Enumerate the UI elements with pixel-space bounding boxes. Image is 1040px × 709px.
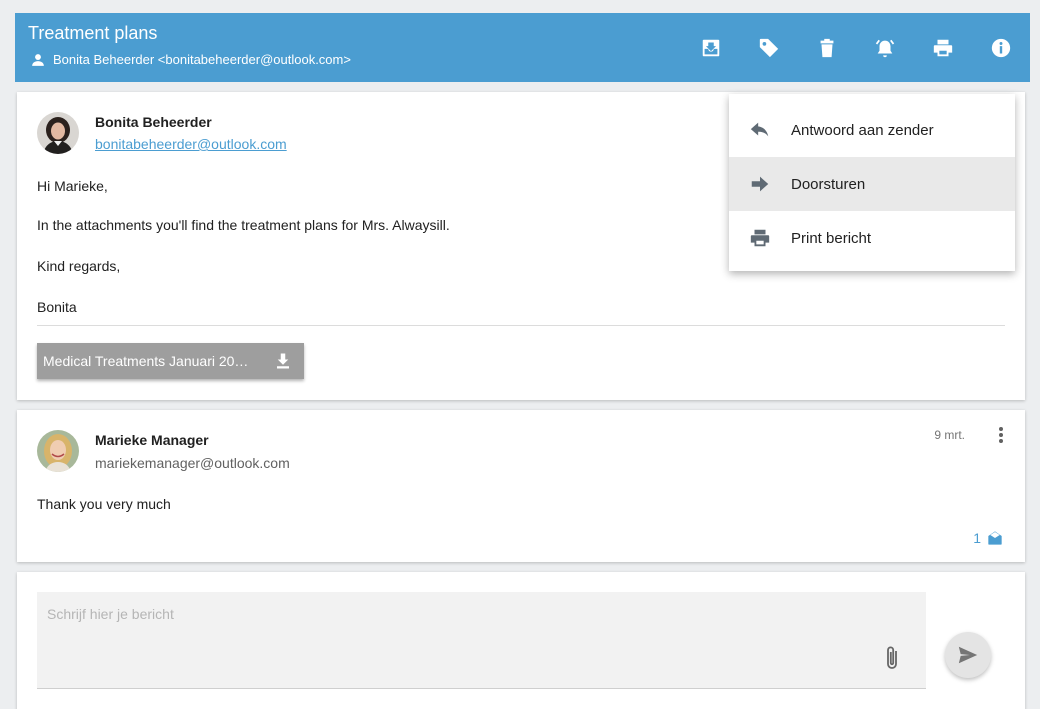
compose-box — [37, 592, 926, 689]
download-icon — [277, 353, 289, 369]
divider — [37, 325, 1005, 326]
message-body: In the attachments you'll find the treat… — [37, 217, 450, 233]
send-icon — [958, 646, 978, 664]
paperclip-icon — [887, 646, 897, 669]
tag-button[interactable] — [740, 19, 798, 77]
message-signature: Bonita — [37, 299, 77, 315]
menu-item-reply[interactable]: Antwoord aan zender — [729, 103, 1015, 157]
person-icon — [32, 54, 44, 66]
envelope-open-icon — [988, 531, 1002, 545]
archive-icon — [702, 39, 720, 56]
avatar-image — [37, 112, 79, 154]
menu-item-label: Antwoord aan zender — [791, 121, 934, 139]
conversation-subtitle: Bonita Beheerder <bonitabeheerder@outloo… — [31, 51, 351, 69]
print-icon — [750, 229, 770, 247]
alarm-button[interactable] — [856, 19, 914, 77]
message-greeting: Hi Marieke, — [37, 178, 108, 194]
more-options-button[interactable] — [991, 424, 1011, 446]
conversation-title: Treatment plans — [28, 23, 158, 43]
conversation-header: Treatment plans Bonita Beheerder <bonita… — [15, 13, 1030, 82]
alarm-icon — [875, 39, 895, 57]
avatar — [37, 430, 79, 472]
more-vert-icon — [999, 427, 1003, 431]
menu-item-forward[interactable]: Doorsturen — [729, 157, 1015, 211]
sender-email: mariekemanager@outlook.com — [95, 455, 290, 471]
avatar — [37, 112, 79, 154]
trash-icon — [820, 38, 834, 57]
send-button[interactable] — [945, 632, 991, 678]
message-context-menu: Antwoord aan zender Doorsturen Print ber… — [729, 94, 1015, 271]
sender-email-link[interactable]: bonitabeheerder@outlook.com — [95, 136, 287, 152]
header-actions — [682, 13, 1030, 82]
sender-name: Bonita Beheerder — [95, 114, 212, 130]
info-button[interactable] — [972, 19, 1030, 77]
message-date: 9 mrt. — [934, 428, 965, 442]
reply-icon — [750, 122, 769, 137]
compose-input[interactable] — [37, 592, 926, 688]
menu-item-print[interactable]: Print bericht — [729, 211, 1015, 265]
message-body: Thank you very much — [37, 496, 171, 512]
tag-icon — [759, 38, 779, 57]
info-icon — [991, 38, 1011, 57]
message-card-marieke: Marieke Manager mariekemanager@outlook.c… — [17, 410, 1025, 562]
delete-button[interactable] — [798, 19, 856, 77]
forward-icon — [751, 176, 769, 192]
read-count: 1 — [973, 530, 981, 546]
sender-name: Marieke Manager — [95, 432, 209, 448]
avatar-image — [37, 430, 79, 472]
compose-card — [17, 572, 1025, 709]
attachment-chip[interactable]: Medical Treatments Januari 20… — [37, 343, 304, 379]
menu-item-label: Doorsturen — [791, 175, 866, 193]
attach-button[interactable] — [880, 644, 904, 672]
subtitle-text: Bonita Beheerder <bonitabeheerder@outloo… — [53, 52, 351, 67]
menu-item-label: Print bericht — [791, 229, 872, 247]
print-button[interactable] — [914, 19, 972, 77]
archive-button[interactable] — [682, 19, 740, 77]
attachment-label: Medical Treatments Januari 20… — [43, 353, 249, 369]
message-closing: Kind regards, — [37, 258, 121, 274]
print-icon — [933, 39, 953, 56]
read-receipt[interactable]: 1 — [973, 530, 1003, 546]
